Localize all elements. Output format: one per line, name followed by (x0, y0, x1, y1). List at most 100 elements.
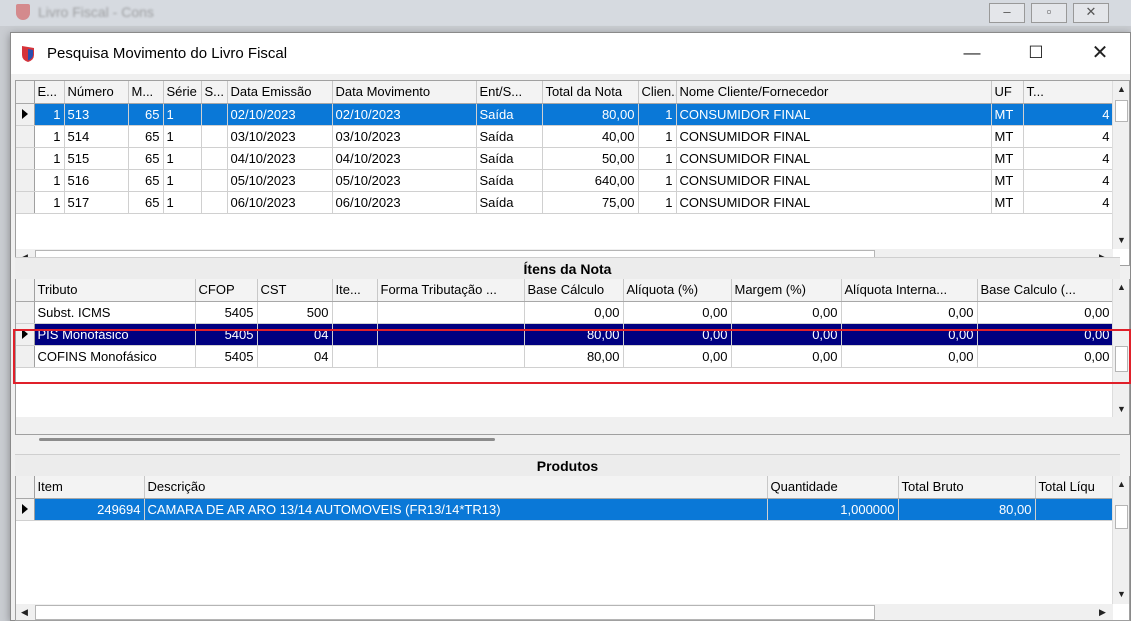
table-cell[interactable]: CAMARA DE AR ARO 13/14 AUTOMOVEIS (FR13/… (144, 498, 768, 521)
table-cell[interactable] (201, 191, 228, 214)
table-cell[interactable]: CONSUMIDOR FINAL (676, 103, 992, 126)
table-row[interactable]: COFINS Monofásico 5405 04 80,00 0,00 0,00 0,00… (16, 345, 1114, 368)
table-row[interactable]: 1 515 65 1 04/10/2023 04/10/2023 Saída 50,00 1 CO… (16, 147, 1114, 170)
table-cell[interactable] (332, 323, 378, 346)
table-cell[interactable]: 515 (64, 147, 129, 170)
table-cell[interactable]: CONSUMIDOR FINAL (676, 191, 992, 214)
table-cell[interactable]: 75,00 (542, 191, 639, 214)
column-header[interactable]: Ent/S... (476, 81, 543, 104)
scroll-up-icon[interactable]: ▲ (1113, 279, 1129, 296)
column-header[interactable]: Nome Cliente/Fornecedor (676, 81, 992, 104)
table-cell[interactable]: 500 (257, 301, 333, 324)
table-cell[interactable]: MT (991, 125, 1024, 148)
background-maximize-button[interactable]: ▫ (1031, 3, 1067, 23)
column-header[interactable]: Data Movimento (332, 81, 477, 104)
table-cell[interactable]: 1 (34, 147, 65, 170)
table-cell[interactable]: 1 (34, 103, 65, 126)
column-header[interactable]: Alíquota Interna... (841, 279, 978, 302)
table-cell[interactable]: 1 (34, 125, 65, 148)
column-header[interactable]: Alíquota (%) (623, 279, 732, 302)
table-cell[interactable]: 0,00 (977, 323, 1114, 346)
table-cell[interactable]: 80,00 (524, 323, 624, 346)
table-cell[interactable]: 80,00 (898, 498, 1036, 521)
table-cell[interactable]: 0,00 (623, 323, 732, 346)
column-header[interactable]: M... (128, 81, 164, 104)
table-cell[interactable]: 02/10/2023 (227, 103, 333, 126)
table-cell[interactable]: MT (991, 169, 1024, 192)
scroll-down-icon[interactable]: ▼ (1113, 232, 1129, 249)
table-cell[interactable] (377, 301, 525, 324)
table-row[interactable]: 249694 CAMARA DE AR ARO 13/14 AUTOMOVEIS … (16, 498, 1114, 521)
column-header[interactable]: CFOP (195, 279, 258, 302)
column-header[interactable]: Base Cálculo (524, 279, 624, 302)
table-cell[interactable]: 65 (128, 125, 164, 148)
scroll-thumb[interactable] (1115, 346, 1128, 372)
table-cell[interactable]: MT (991, 147, 1024, 170)
table-cell[interactable] (377, 323, 525, 346)
produtos-grid[interactable]: Item Descrição Quantidade Total Bruto Total … (15, 476, 1130, 621)
table-cell[interactable]: 1,000000 (767, 498, 899, 521)
table-cell[interactable] (201, 147, 228, 170)
table-cell[interactable]: COFINS Monofásico (34, 345, 196, 368)
table-cell[interactable]: Saída (476, 103, 543, 126)
table-cell[interactable]: 1 (34, 169, 65, 192)
column-header[interactable]: Item (34, 476, 145, 499)
table-cell[interactable]: 04 (257, 345, 333, 368)
column-header[interactable]: T... (1023, 81, 1114, 104)
table-cell[interactable]: 04/10/2023 (227, 147, 333, 170)
table-cell[interactable]: 4 (1023, 103, 1114, 126)
table-cell[interactable]: 1 (638, 191, 677, 214)
table-row[interactable]: 1 516 65 1 05/10/2023 05/10/2023 Saída 640,00 1 C… (16, 169, 1114, 192)
table-cell[interactable]: 517 (64, 191, 129, 214)
table-cell[interactable]: 0,00 (524, 301, 624, 324)
table-row[interactable]: 1 513 65 1 02/10/2023 02/10/2023 Saída 80,00 1 CO… (16, 103, 1114, 126)
table-cell[interactable]: Saída (476, 169, 543, 192)
column-header[interactable]: Clien... (638, 81, 677, 104)
table-cell[interactable]: 1 (163, 125, 202, 148)
scroll-up-icon[interactable]: ▲ (1113, 476, 1129, 493)
table-cell[interactable]: 0,00 (731, 301, 842, 324)
column-header[interactable]: Quantidade (767, 476, 899, 499)
itens-grid[interactable]: Tributo CFOP CST Ite... Forma Tributação ...… (15, 279, 1130, 435)
movimento-grid[interactable]: E... Número M... Série S... Data Emissão Data … (15, 80, 1130, 266)
column-header[interactable]: Total Líqu (1035, 476, 1114, 499)
table-cell[interactable]: 0,00 (731, 323, 842, 346)
table-cell[interactable]: 1 (163, 191, 202, 214)
table-cell[interactable]: 1 (638, 103, 677, 126)
scroll-up-icon[interactable]: ▲ (1113, 81, 1129, 98)
scroll-thumb[interactable] (1115, 505, 1128, 529)
table-cell[interactable] (1035, 498, 1114, 521)
itens-vertical-scrollbar[interactable]: ▲ ▼ (1112, 279, 1129, 434)
table-cell[interactable]: 0,00 (841, 345, 978, 368)
table-cell[interactable]: 05/10/2023 (332, 169, 477, 192)
table-row[interactable]: Subst. ICMS 5405 500 0,00 0,00 0,00 0,00 0,00 (16, 301, 1114, 324)
table-cell[interactable]: 80,00 (542, 103, 639, 126)
table-cell[interactable]: 249694 (34, 498, 145, 521)
table-cell[interactable]: 1 (163, 103, 202, 126)
table-cell[interactable]: 06/10/2023 (332, 191, 477, 214)
scroll-down-icon[interactable]: ▼ (1113, 401, 1129, 418)
table-cell[interactable]: CONSUMIDOR FINAL (676, 125, 992, 148)
table-cell[interactable]: 513 (64, 103, 129, 126)
table-cell[interactable]: 5405 (195, 323, 258, 346)
column-header[interactable]: E... (34, 81, 65, 104)
table-cell[interactable] (377, 345, 525, 368)
produtos-vertical-scrollbar[interactable]: ▲ ▼ (1112, 476, 1129, 604)
table-cell[interactable]: Saída (476, 147, 543, 170)
column-header[interactable]: Série (163, 81, 202, 104)
table-cell[interactable]: 06/10/2023 (227, 191, 333, 214)
table-cell[interactable] (332, 345, 378, 368)
table-cell[interactable]: 0,00 (731, 345, 842, 368)
table-cell[interactable]: 0,00 (841, 301, 978, 324)
table-cell[interactable]: 04/10/2023 (332, 147, 477, 170)
table-row[interactable]: 1 517 65 1 06/10/2023 06/10/2023 Saída 75,00 1 CO… (16, 191, 1114, 214)
column-header[interactable]: Descrição (144, 476, 768, 499)
column-header[interactable]: Número (64, 81, 129, 104)
close-button[interactable]: ✕ (1072, 33, 1128, 74)
table-cell[interactable]: 0,00 (623, 301, 732, 324)
column-header[interactable]: Total Bruto (898, 476, 1036, 499)
column-header[interactable]: Forma Tributação ... (377, 279, 525, 302)
table-cell[interactable]: 0,00 (841, 323, 978, 346)
table-cell[interactable]: 4 (1023, 147, 1114, 170)
table-cell[interactable] (332, 301, 378, 324)
